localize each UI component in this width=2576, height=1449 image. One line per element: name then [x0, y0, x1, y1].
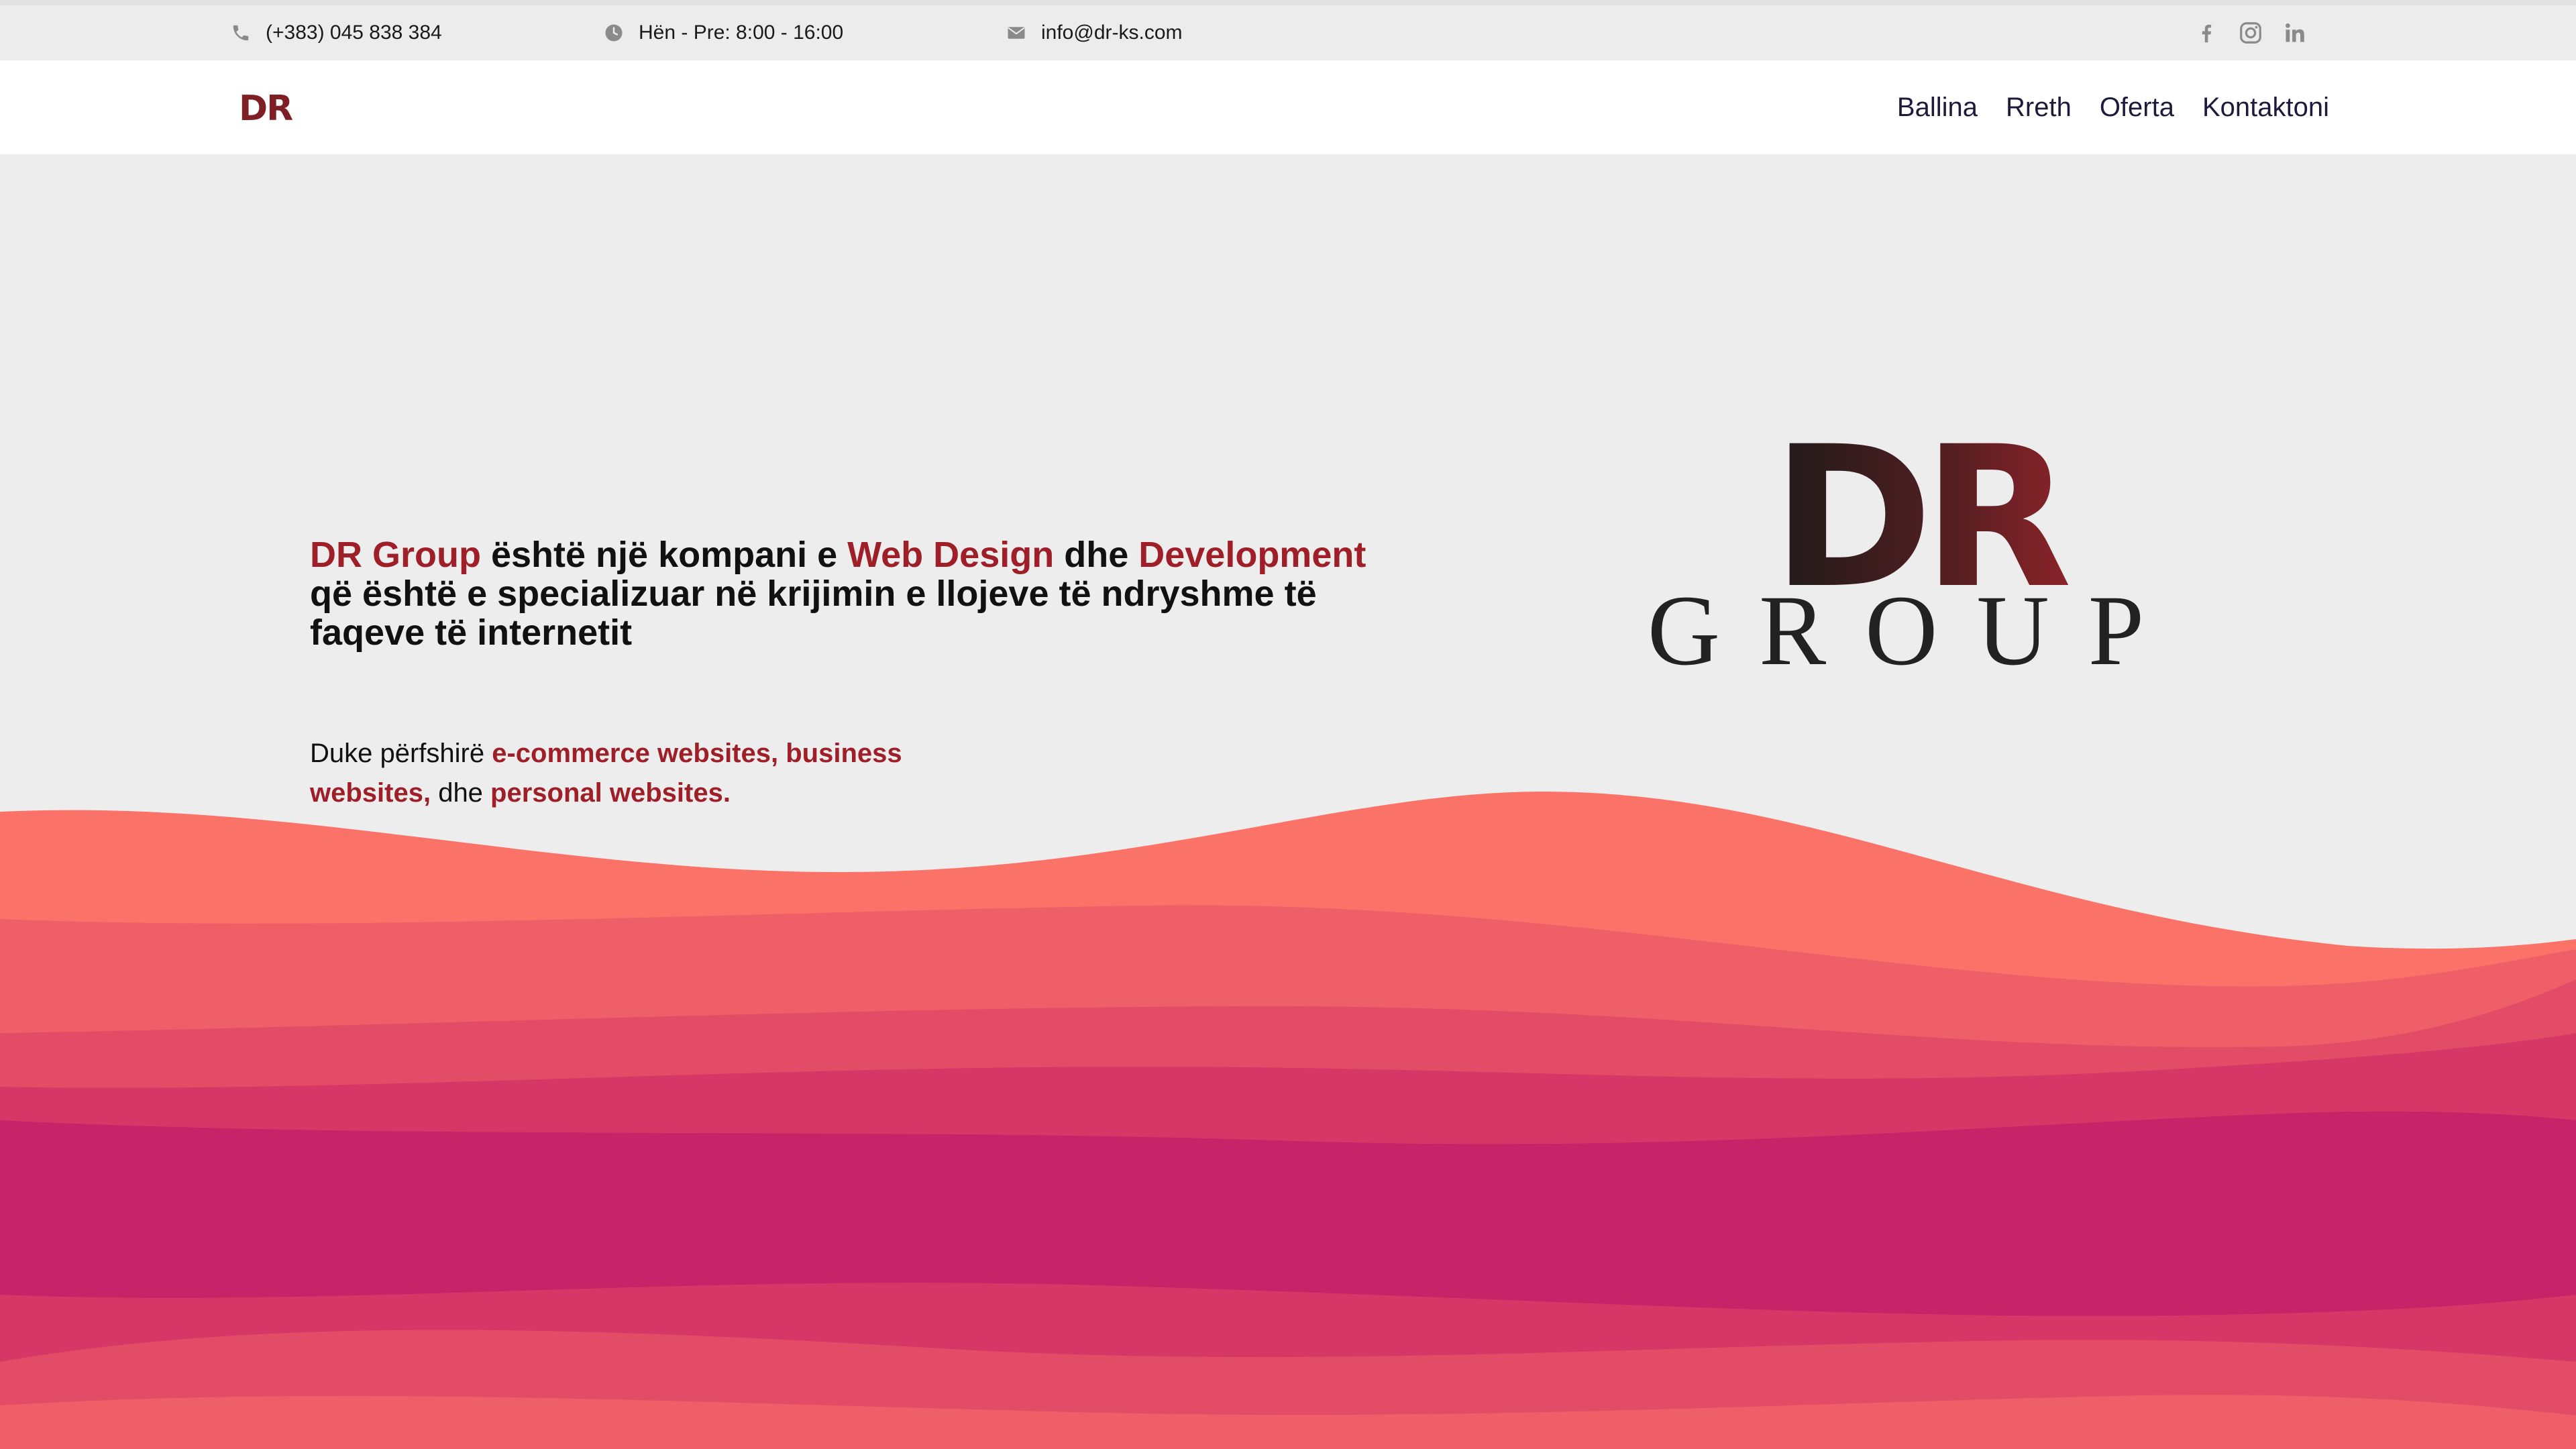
envelope-icon — [1008, 27, 1025, 39]
brand-name: DR Group — [310, 535, 481, 575]
phone-contact[interactable]: (+383) 045 838 384 — [231, 5, 442, 60]
instagram-icon[interactable] — [2238, 20, 2263, 46]
hero-headline: DR Group është një kompani e Web Design … — [310, 535, 1410, 652]
subtitle-middle: dhe — [431, 778, 491, 808]
nav-link-rreth[interactable]: Rreth — [2006, 93, 2072, 123]
main-navbar: DR Ballina Rreth Oferta Kontaktoni — [0, 60, 2576, 154]
phone-icon — [233, 25, 249, 41]
site-logo[interactable]: DR — [239, 89, 293, 129]
decorative-waves — [0, 792, 2576, 1449]
email-address: info@dr-ks.com — [1041, 21, 1183, 44]
hours-info: Hën - Pre: 8:00 - 16:00 — [604, 5, 843, 60]
email-contact[interactable]: info@dr-ks.com — [1006, 5, 1183, 60]
hero-subtitle: Duke përfshirë e-commerce websites, busi… — [310, 734, 927, 813]
clock-icon — [605, 24, 623, 42]
linkedin-icon[interactable] — [2282, 20, 2308, 46]
headline-highlight-development: Development — [1138, 535, 1366, 575]
headline-text-1: është një kompani e — [480, 535, 848, 575]
main-nav: Ballina Rreth Oferta Kontaktoni — [1897, 60, 2329, 154]
logo-wordmark: GROUP — [1648, 575, 2183, 678]
nav-link-kontaktoni[interactable]: Kontaktoni — [2202, 93, 2329, 123]
hours-text: Hën - Pre: 8:00 - 16:00 — [639, 21, 844, 44]
headline-text-3: që është e specializuar në krijimin e ll… — [310, 574, 1317, 653]
subtitle-prefix: Duke përfshirë — [310, 739, 492, 768]
nav-link-oferta[interactable]: Oferta — [2100, 93, 2174, 123]
top-contact-bar: (+383) 045 838 384 Hën - Pre: 8:00 - 16:… — [0, 0, 2576, 60]
headline-text-2: dhe — [1054, 535, 1139, 575]
nav-link-ballina[interactable]: Ballina — [1897, 93, 1978, 123]
subtitle-highlight-2: personal websites. — [490, 778, 731, 808]
phone-number: (+383) 045 838 384 — [266, 21, 442, 44]
headline-highlight-web-design: Web Design — [847, 535, 1055, 575]
dr-group-logo: DR GROUP — [1648, 436, 2183, 678]
social-links — [2194, 5, 2308, 60]
facebook-icon[interactable] — [2194, 20, 2219, 46]
